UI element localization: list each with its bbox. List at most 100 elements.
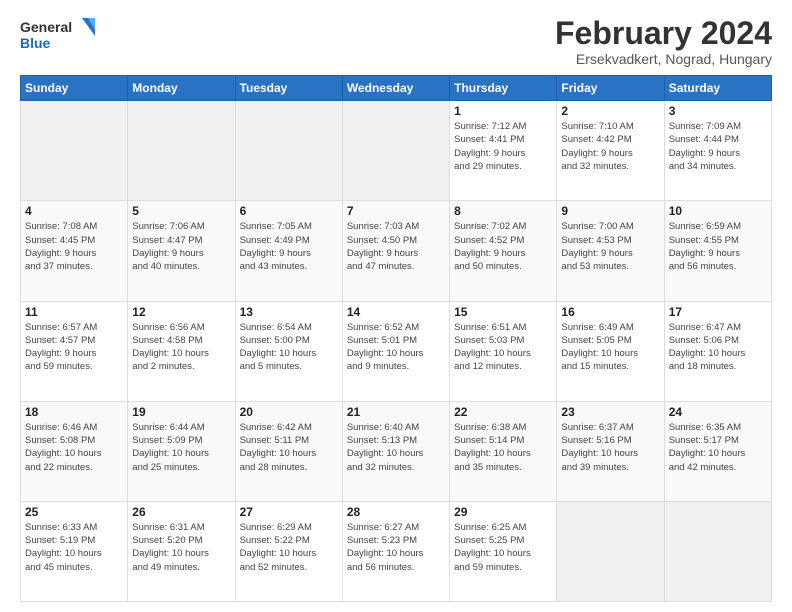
day-cell: 28 Sunrise: 6:27 AMSunset: 5:23 PMDayligh… [342, 501, 449, 601]
day-cell: 26Sunrise: 6:31 AMSunset: 5:20 PMDayligh… [128, 501, 235, 601]
day-number: 6 [240, 204, 338, 218]
day-cell: 12Sunrise: 6:56 AMSunset: 4:58 PMDayligh… [128, 301, 235, 401]
col-header-monday: Monday [128, 76, 235, 101]
day-number: 20 [240, 405, 338, 419]
day-cell: 21 Sunrise: 6:40 AMSunset: 5:13 PMDayligh… [342, 401, 449, 501]
header: General Blue February 2024 Ersekvadkert,… [20, 16, 772, 67]
day-number: 24 [669, 405, 767, 419]
day-info: Sunrise: 7:12 AMSunset: 4:41 PMDaylight:… [454, 120, 552, 173]
week-row-1: 4 Sunrise: 7:08 AMSunset: 4:45 PMDaylight… [21, 201, 772, 301]
day-number: 7 [347, 204, 445, 218]
day-number: 8 [454, 204, 552, 218]
day-cell: 4 Sunrise: 7:08 AMSunset: 4:45 PMDaylight… [21, 201, 128, 301]
day-cell [557, 501, 664, 601]
day-cell: 25 Sunrise: 6:33 AMSunset: 5:19 PMDayligh… [21, 501, 128, 601]
day-info: Sunrise: 7:05 AMSunset: 4:49 PMDaylight:… [240, 220, 338, 273]
week-row-2: 11 Sunrise: 6:57 AMSunset: 4:57 PMDayligh… [21, 301, 772, 401]
day-number: 21 [347, 405, 445, 419]
day-cell: 14 Sunrise: 6:52 AMSunset: 5:01 PMDayligh… [342, 301, 449, 401]
day-info: Sunrise: 6:25 AMSunset: 5:25 PMDaylight:… [454, 521, 552, 574]
week-row-0: 1 Sunrise: 7:12 AMSunset: 4:41 PMDaylight… [21, 101, 772, 201]
day-number: 23 [561, 405, 659, 419]
day-cell: 7 Sunrise: 7:03 AMSunset: 4:50 PMDaylight… [342, 201, 449, 301]
day-info: Sunrise: 6:33 AMSunset: 5:19 PMDaylight:… [25, 521, 123, 574]
day-info: Sunrise: 6:52 AMSunset: 5:01 PMDaylight:… [347, 321, 445, 374]
day-cell: 8 Sunrise: 7:02 AMSunset: 4:52 PMDaylight… [450, 201, 557, 301]
day-cell: 23Sunrise: 6:37 AMSunset: 5:16 PMDayligh… [557, 401, 664, 501]
week-row-3: 18 Sunrise: 6:46 AMSunset: 5:08 PMDayligh… [21, 401, 772, 501]
day-info: Sunrise: 7:08 AMSunset: 4:45 PMDaylight:… [25, 220, 123, 273]
day-cell: 13 Sunrise: 6:54 AMSunset: 5:00 PMDayligh… [235, 301, 342, 401]
day-info: Sunrise: 6:38 AMSunset: 5:14 PMDaylight:… [454, 421, 552, 474]
day-number: 19 [132, 405, 230, 419]
day-cell [128, 101, 235, 201]
day-info: Sunrise: 6:46 AMSunset: 5:08 PMDaylight:… [25, 421, 123, 474]
day-number: 2 [561, 104, 659, 118]
day-cell: 29 Sunrise: 6:25 AMSunset: 5:25 PMDayligh… [450, 501, 557, 601]
day-number: 3 [669, 104, 767, 118]
day-number: 14 [347, 305, 445, 319]
day-cell: 15Sunrise: 6:51 AMSunset: 5:03 PMDayligh… [450, 301, 557, 401]
day-number: 18 [25, 405, 123, 419]
day-number: 27 [240, 505, 338, 519]
day-number: 25 [25, 505, 123, 519]
day-cell: 1 Sunrise: 7:12 AMSunset: 4:41 PMDaylight… [450, 101, 557, 201]
calendar-header-row: SundayMondayTuesdayWednesdayThursdayFrid… [21, 76, 772, 101]
day-cell: 17 Sunrise: 6:47 AMSunset: 5:06 PMDayligh… [664, 301, 771, 401]
day-cell: 24 Sunrise: 6:35 AMSunset: 5:17 PMDayligh… [664, 401, 771, 501]
day-info: Sunrise: 6:35 AMSunset: 5:17 PMDaylight:… [669, 421, 767, 474]
day-info: Sunrise: 7:02 AMSunset: 4:52 PMDaylight:… [454, 220, 552, 273]
day-info: Sunrise: 6:57 AMSunset: 4:57 PMDaylight:… [25, 321, 123, 374]
day-info: Sunrise: 7:09 AMSunset: 4:44 PMDaylight:… [669, 120, 767, 173]
day-cell [21, 101, 128, 201]
page: General Blue February 2024 Ersekvadkert,… [0, 0, 792, 612]
day-info: Sunrise: 6:47 AMSunset: 5:06 PMDaylight:… [669, 321, 767, 374]
day-cell: 6 Sunrise: 7:05 AMSunset: 4:49 PMDaylight… [235, 201, 342, 301]
day-cell [664, 501, 771, 601]
day-info: Sunrise: 6:27 AMSunset: 5:23 PMDaylight:… [347, 521, 445, 574]
day-cell: 22 Sunrise: 6:38 AMSunset: 5:14 PMDayligh… [450, 401, 557, 501]
day-info: Sunrise: 6:42 AMSunset: 5:11 PMDaylight:… [240, 421, 338, 474]
week-row-4: 25 Sunrise: 6:33 AMSunset: 5:19 PMDayligh… [21, 501, 772, 601]
day-number: 29 [454, 505, 552, 519]
day-number: 10 [669, 204, 767, 218]
day-cell: 5 Sunrise: 7:06 AMSunset: 4:47 PMDaylight… [128, 201, 235, 301]
day-number: 1 [454, 104, 552, 118]
day-cell: 9 Sunrise: 7:00 AMSunset: 4:53 PMDaylight… [557, 201, 664, 301]
col-header-thursday: Thursday [450, 76, 557, 101]
day-info: Sunrise: 7:03 AMSunset: 4:50 PMDaylight:… [347, 220, 445, 273]
day-number: 13 [240, 305, 338, 319]
day-info: Sunrise: 6:44 AMSunset: 5:09 PMDaylight:… [132, 421, 230, 474]
day-info: Sunrise: 6:40 AMSunset: 5:13 PMDaylight:… [347, 421, 445, 474]
col-header-saturday: Saturday [664, 76, 771, 101]
day-cell [342, 101, 449, 201]
day-cell: 18 Sunrise: 6:46 AMSunset: 5:08 PMDayligh… [21, 401, 128, 501]
svg-text:General: General [20, 19, 72, 35]
day-cell: 2 Sunrise: 7:10 AMSunset: 4:42 PMDaylight… [557, 101, 664, 201]
day-cell [235, 101, 342, 201]
logo-svg: General Blue [20, 16, 100, 60]
day-number: 11 [25, 305, 123, 319]
day-number: 5 [132, 204, 230, 218]
day-info: Sunrise: 7:06 AMSunset: 4:47 PMDaylight:… [132, 220, 230, 273]
day-cell: 19 Sunrise: 6:44 AMSunset: 5:09 PMDayligh… [128, 401, 235, 501]
day-cell: 16Sunrise: 6:49 AMSunset: 5:05 PMDayligh… [557, 301, 664, 401]
day-number: 4 [25, 204, 123, 218]
day-info: Sunrise: 6:29 AMSunset: 5:22 PMDaylight:… [240, 521, 338, 574]
day-number: 15 [454, 305, 552, 319]
subtitle: Ersekvadkert, Nograd, Hungary [555, 51, 772, 67]
day-info: Sunrise: 7:10 AMSunset: 4:42 PMDaylight:… [561, 120, 659, 173]
col-header-wednesday: Wednesday [342, 76, 449, 101]
day-number: 17 [669, 305, 767, 319]
day-number: 22 [454, 405, 552, 419]
title-block: February 2024 Ersekvadkert, Nograd, Hung… [555, 16, 772, 67]
day-info: Sunrise: 6:54 AMSunset: 5:00 PMDaylight:… [240, 321, 338, 374]
calendar-table: SundayMondayTuesdayWednesdayThursdayFrid… [20, 75, 772, 602]
col-header-tuesday: Tuesday [235, 76, 342, 101]
col-header-friday: Friday [557, 76, 664, 101]
day-info: Sunrise: 7:00 AMSunset: 4:53 PMDaylight:… [561, 220, 659, 273]
day-number: 28 [347, 505, 445, 519]
day-number: 9 [561, 204, 659, 218]
day-info: Sunrise: 6:59 AMSunset: 4:55 PMDaylight:… [669, 220, 767, 273]
day-number: 16 [561, 305, 659, 319]
